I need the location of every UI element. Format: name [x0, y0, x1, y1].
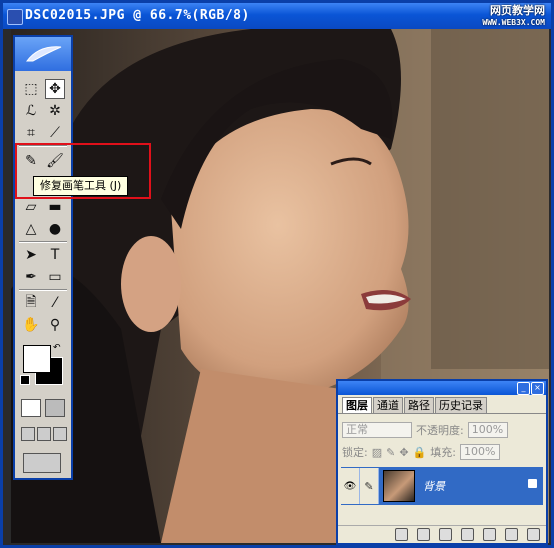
eyedropper-tool-icon[interactable]: ⁄ [45, 293, 65, 313]
fill-label: 填充: [430, 446, 456, 459]
shape-tool-icon[interactable]: ▭ [45, 267, 65, 287]
layer-style-icon[interactable] [417, 528, 430, 541]
new-group-icon[interactable] [461, 528, 474, 541]
path-select-tool-icon[interactable]: ➤ [21, 245, 41, 265]
marquee-tool-icon[interactable]: ⬚ [21, 79, 41, 99]
panel-bottom-bar [338, 525, 546, 543]
lock-transparency-icon[interactable]: ▨ [372, 446, 382, 459]
pen-tool-icon[interactable]: ✒ [21, 267, 41, 287]
fill-input[interactable]: 100% [459, 444, 500, 460]
screen-mode-full-menu-button[interactable] [37, 427, 51, 441]
new-layer-icon[interactable] [505, 528, 518, 541]
lock-row: 锁定: ▨ ✎ ✥ 🔒 填充: 100% [342, 443, 500, 461]
move-tool-icon[interactable]: ✥ [45, 79, 65, 99]
lock-all-icon[interactable]: 🔒 [413, 446, 427, 459]
toolbox-header[interactable] [15, 37, 71, 71]
document-window: DSC02015.JPG @ 66.7%(RGB/8) 网页教学网 WWW.WE… [0, 0, 554, 548]
quickmask-mode-button[interactable] [45, 399, 65, 417]
tab-layers[interactable]: 图层 [342, 397, 372, 413]
tab-channels[interactable]: 通道 [373, 397, 403, 413]
feather-icon [25, 46, 62, 62]
gradient-tool-icon[interactable]: ▬ [45, 197, 65, 217]
standard-mode-button[interactable] [21, 399, 41, 417]
slice-tool-icon[interactable]: ⟋ [45, 123, 65, 143]
tab-paths[interactable]: 路径 [404, 397, 434, 413]
tool-tooltip: 修复画笔工具 (J) [33, 176, 129, 196]
blur-tool-icon[interactable]: △ [21, 219, 41, 239]
window-title: DSC02015.JPG @ 66.7%(RGB/8) [25, 8, 250, 23]
screen-mode-full-button[interactable] [53, 427, 67, 441]
type-tool-icon[interactable]: T [45, 245, 65, 265]
panel-minimize-button[interactable]: _ [517, 382, 530, 395]
toolbox-divider [19, 241, 67, 243]
link-layers-icon[interactable] [395, 528, 408, 541]
dodge-tool-icon[interactable]: ● [45, 219, 65, 239]
layer-mask-icon[interactable] [439, 528, 452, 541]
tab-history[interactable]: 历史记录 [435, 397, 487, 413]
blend-row: 正常 不透明度: 100% [342, 421, 508, 439]
layer-lock-icon [528, 479, 537, 488]
notes-tool-icon[interactable]: 🗎 [21, 293, 41, 313]
watermark-text: 网页教学网 [490, 4, 545, 17]
panel-close-button[interactable]: × [531, 382, 544, 395]
default-colors-icon[interactable] [20, 375, 30, 385]
eraser-tool-icon[interactable]: ▱ [21, 197, 41, 217]
layers-panel-titlebar[interactable]: _ × [338, 381, 546, 395]
trash-icon[interactable] [527, 528, 540, 541]
lasso-tool-icon[interactable]: ℒ [21, 101, 41, 121]
layer-brush-icon: ✎ [360, 468, 379, 504]
screen-mode-standard-button[interactable] [21, 427, 35, 441]
watermark-url: WWW.WEB3X.COM [482, 18, 545, 27]
lock-label: 锁定: [342, 446, 368, 459]
blend-mode-select[interactable]: 正常 [342, 422, 412, 438]
title-bar[interactable]: DSC02015.JPG @ 66.7%(RGB/8) 网页教学网 WWW.WE… [3, 3, 551, 29]
panel-tabs: 图层 通道 路径 历史记录 [338, 397, 546, 414]
magic-wand-tool-icon[interactable]: ✲ [45, 101, 65, 121]
opacity-label: 不透明度: [416, 424, 464, 437]
zoom-tool-icon[interactable]: ⚲ [45, 315, 65, 335]
layer-name: 背景 [423, 480, 445, 493]
foreground-color-swatch[interactable] [23, 345, 51, 373]
swap-colors-icon[interactable]: ↶ [53, 343, 61, 353]
layers-panel: _ × 图层 通道 路径 历史记录 正常 不透明度: 100% 锁定: ▨ ✎ … [336, 379, 548, 545]
layer-row-background[interactable]: 👁 ✎ 背景 [341, 467, 543, 505]
opacity-input[interactable]: 100% [467, 422, 508, 438]
adjustment-layer-icon[interactable] [483, 528, 496, 541]
watermark: 网页教学网 WWW.WEB3X.COM [482, 5, 545, 29]
hand-tool-icon[interactable]: ✋ [21, 315, 41, 335]
layer-thumbnail [383, 470, 415, 502]
photoshop-doc-icon [7, 9, 23, 25]
visibility-eye-icon[interactable]: 👁 [341, 468, 360, 504]
jump-to-imageready-button[interactable] [23, 453, 61, 473]
lock-position-icon[interactable]: ✥ [399, 446, 408, 459]
crop-tool-icon[interactable]: ⌗ [21, 123, 41, 143]
lock-pixels-icon[interactable]: ✎ [386, 446, 395, 459]
